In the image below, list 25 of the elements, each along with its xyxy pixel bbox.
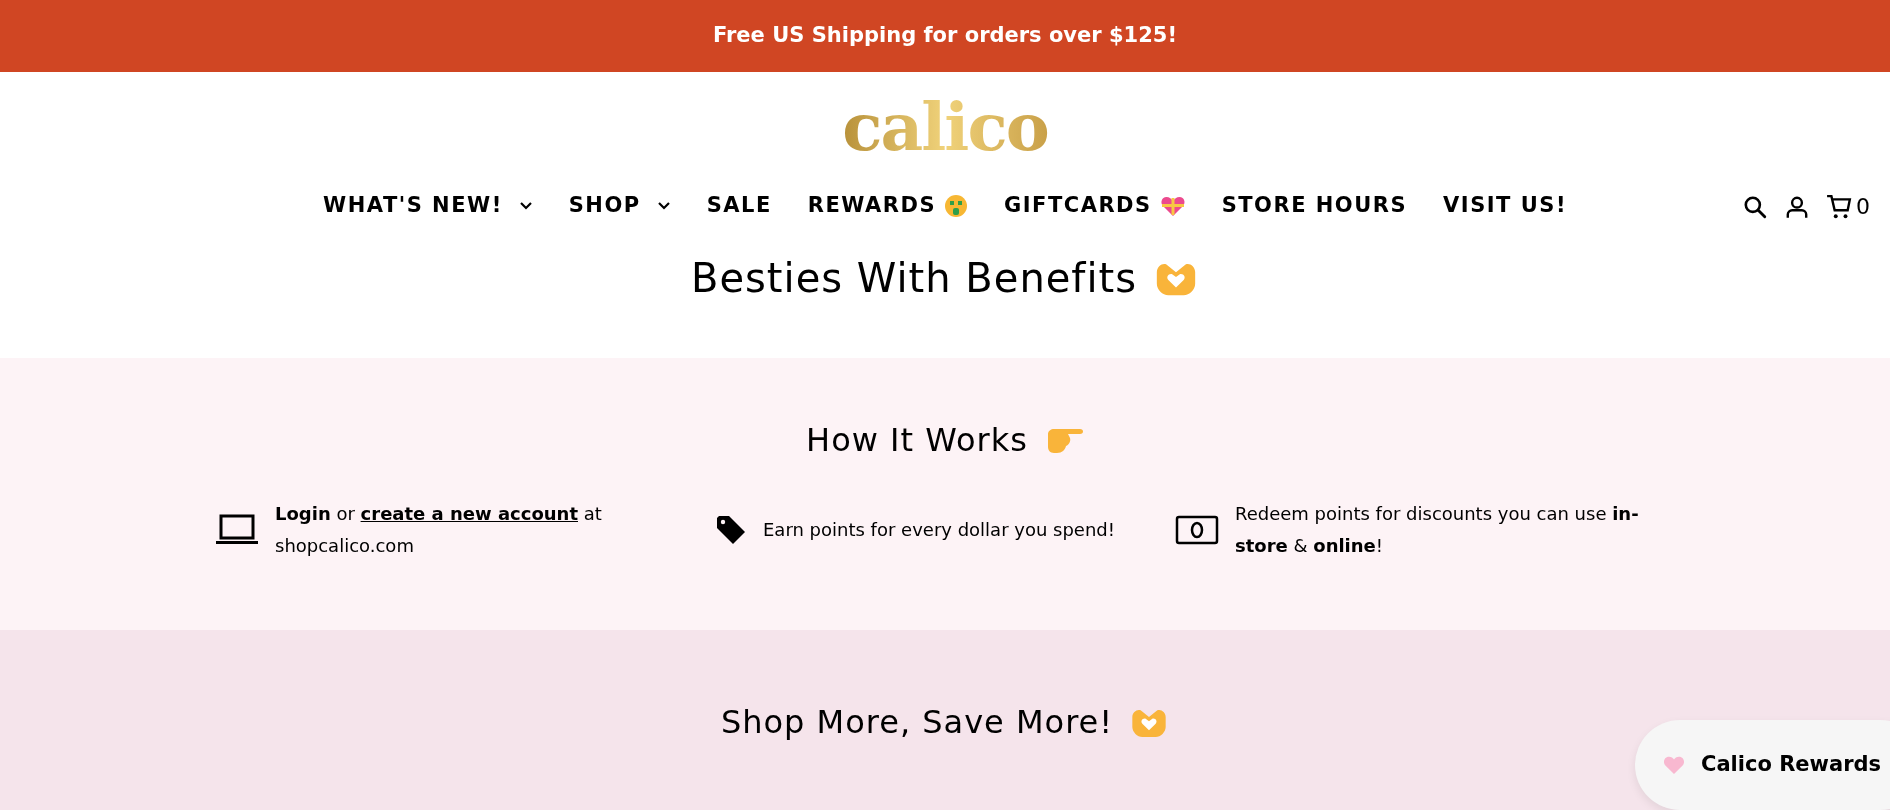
nav-link[interactable]: VISIT US! <box>1443 190 1567 222</box>
rewards-button[interactable]: Calico Rewards <box>1635 720 1890 810</box>
step-text: Earn points for every dollar you spend! <box>763 518 1115 543</box>
nav-link[interactable]: SHOP <box>568 190 641 222</box>
nav-link[interactable]: STORE HOURS <box>1221 190 1408 222</box>
step-text: Login or create a new account at shopcalico.com <box>275 502 603 559</box>
tag-icon <box>715 514 747 547</box>
page-title: Besties With Benefits <box>690 253 1138 303</box>
cash-icon <box>1175 515 1219 546</box>
nav-link[interactable]: REWARDS <box>807 190 937 222</box>
step-text: Redeem points for discounts you can use in-store & online! <box>1235 502 1640 559</box>
money-face-icon <box>944 193 969 218</box>
cart-count: 0 <box>1856 193 1870 221</box>
nav-link[interactable]: WHAT'S NEW! <box>323 190 503 222</box>
section-heading: How It Works <box>806 420 1028 461</box>
create-account-link[interactable]: create a new account <box>360 503 578 524</box>
announcement-text: Free US Shipping for orders over $125! <box>713 22 1177 50</box>
chevron-down-icon[interactable] <box>518 200 533 211</box>
heart-icon <box>1663 755 1685 775</box>
nav-link[interactable]: SALE <box>706 190 772 222</box>
laptop-icon <box>215 514 259 547</box>
section-heading: Shop More, Save More! <box>720 702 1114 743</box>
cart-icon[interactable] <box>1826 193 1852 220</box>
chevron-down-icon[interactable] <box>656 200 671 211</box>
nav-link[interactable]: GIFTCARDS <box>1004 190 1152 222</box>
